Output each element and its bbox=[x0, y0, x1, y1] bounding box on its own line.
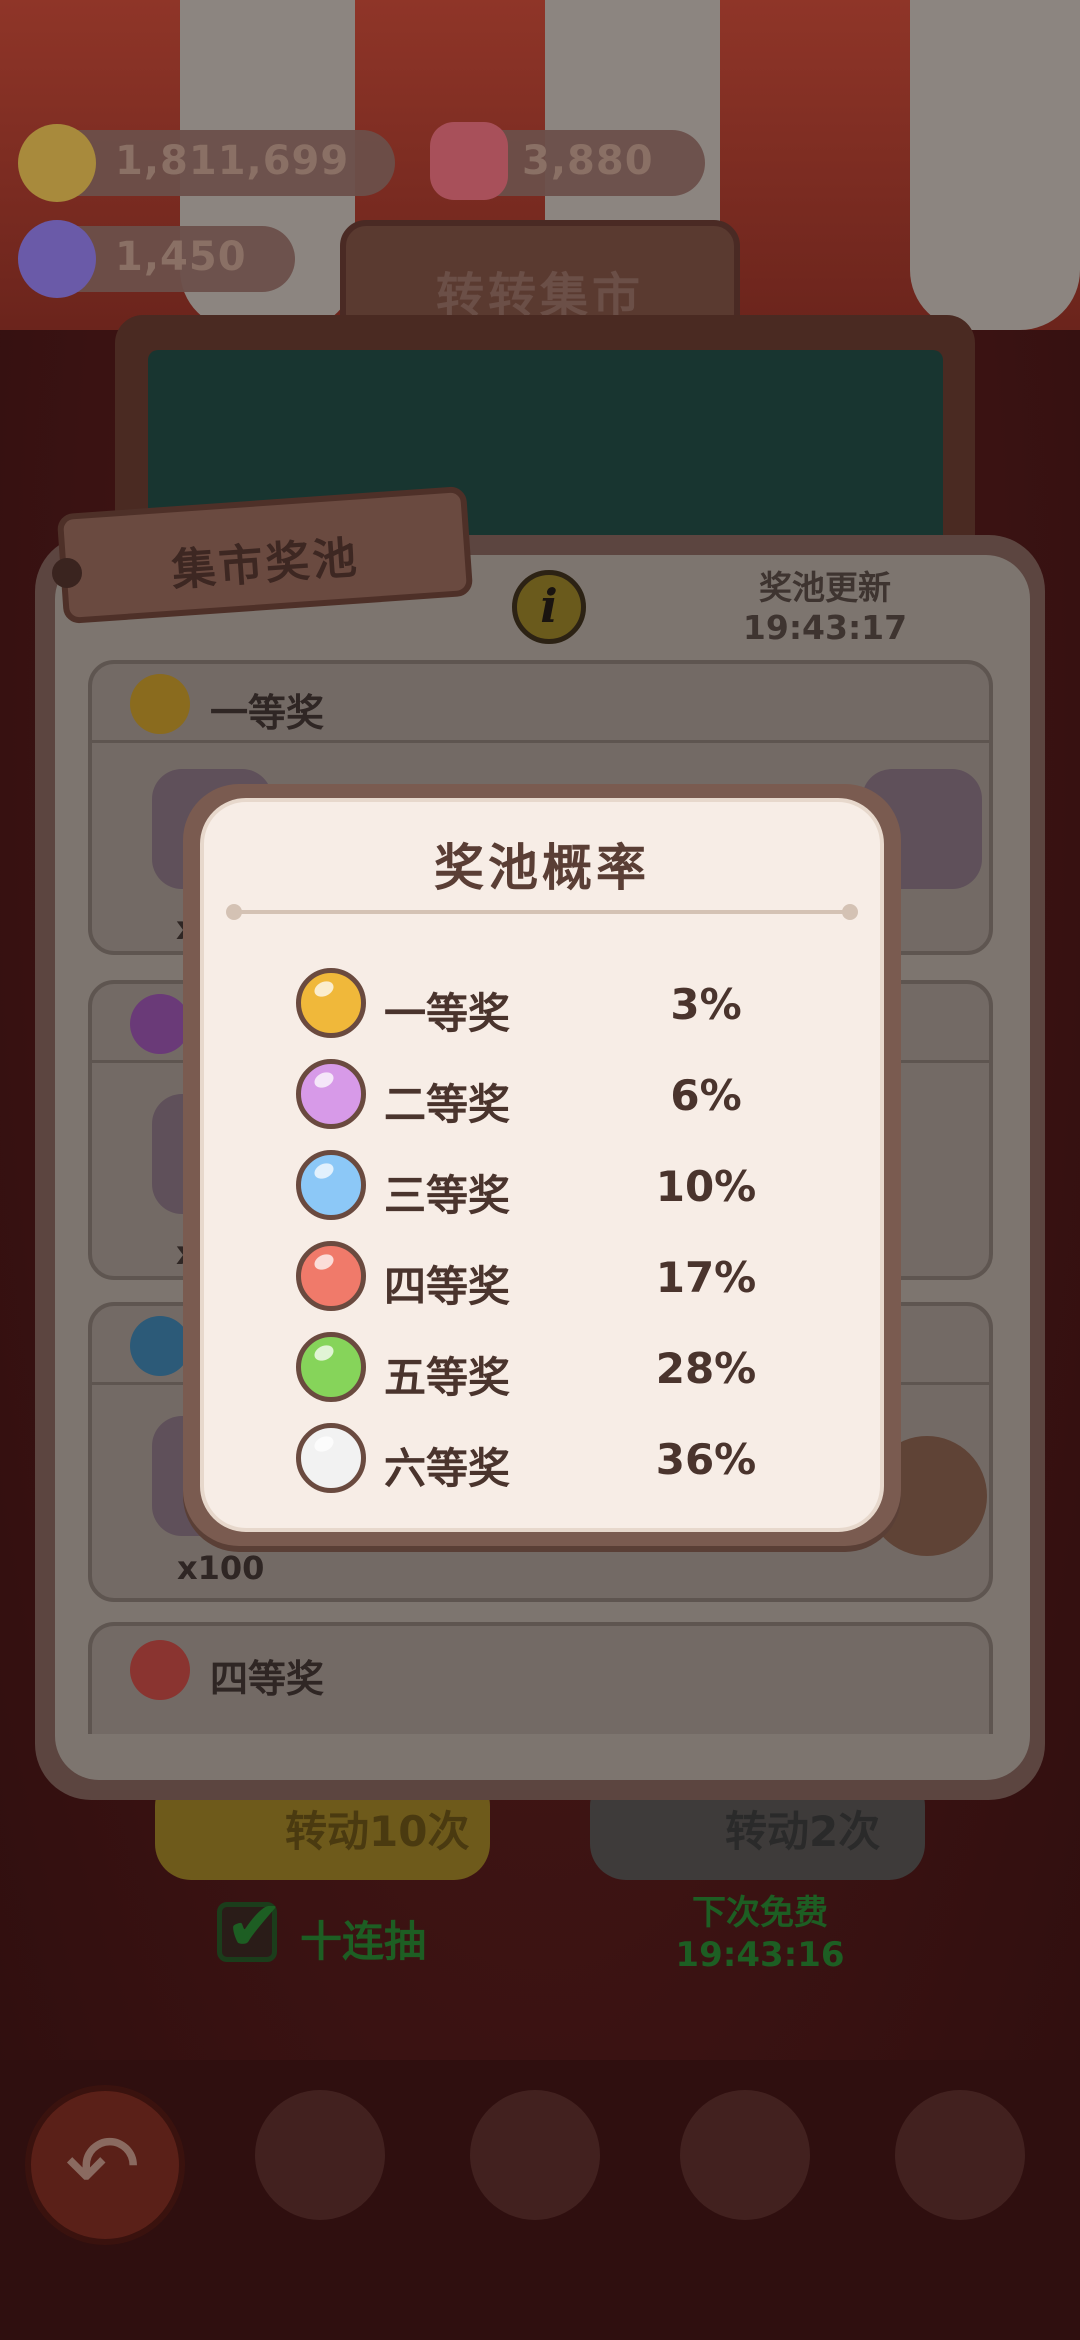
tier-name: 四等奖 bbox=[210, 1657, 325, 1701]
spin-2-label: 转动2次 bbox=[725, 1807, 881, 1856]
probability-row: 五等奖 28% bbox=[296, 1328, 776, 1408]
awning-stripe bbox=[910, 0, 1080, 330]
ticket-icon bbox=[430, 122, 508, 200]
prize-probability: 6% bbox=[670, 1071, 742, 1120]
refresh-time: 19:43:17 bbox=[742, 608, 908, 647]
prize-ball-icon bbox=[130, 994, 190, 1054]
purple-ball-icon bbox=[296, 1059, 366, 1129]
spin-10-label: 转动10次 bbox=[285, 1807, 470, 1856]
prize-tier-name: 二等奖 bbox=[384, 1080, 511, 1129]
prize-tier-name: 四等奖 bbox=[384, 1262, 511, 1311]
next-free-time: 19:43:16 bbox=[675, 1935, 845, 1975]
candy-value: 1,450 bbox=[115, 234, 247, 280]
ticket-value: 3,880 bbox=[522, 138, 654, 184]
prize-tier-name: 五等奖 bbox=[384, 1353, 511, 1402]
title-divider bbox=[232, 910, 852, 914]
tag-string-icon bbox=[52, 558, 82, 588]
gold-ball-icon bbox=[296, 968, 366, 1038]
prize-probability: 28% bbox=[655, 1344, 757, 1393]
tier-name: 一等奖 bbox=[210, 691, 325, 735]
white-ball-icon bbox=[296, 1423, 366, 1493]
prize-ball-icon bbox=[130, 1640, 190, 1700]
next-free-label: 下次免费 bbox=[692, 1893, 828, 1933]
red-ball-icon bbox=[296, 1241, 366, 1311]
coin-icon bbox=[18, 124, 96, 202]
tier-fourth: 四等奖 bbox=[88, 1622, 993, 1734]
check-icon: ✔ bbox=[225, 1885, 284, 1967]
prize-probability: 17% bbox=[655, 1253, 757, 1302]
prize-tier-name: 三等奖 bbox=[384, 1171, 511, 1220]
probability-row: 二等奖 6% bbox=[296, 1055, 776, 1135]
tier-qty: x100 bbox=[177, 1549, 265, 1587]
tier-header: 一等奖 bbox=[92, 664, 989, 743]
prize-probability: 36% bbox=[655, 1435, 757, 1484]
coin-value: 1,811,699 bbox=[115, 138, 350, 184]
divider-dot bbox=[842, 904, 858, 920]
probability-row: 三等奖 10% bbox=[296, 1146, 776, 1226]
prize-probability: 10% bbox=[655, 1162, 757, 1211]
bunny-nav-icon[interactable] bbox=[470, 2090, 600, 2220]
chef-nav-icon[interactable] bbox=[895, 2090, 1025, 2220]
prize-ball-icon bbox=[130, 674, 190, 734]
back-arrow-icon: ↶ bbox=[65, 2115, 141, 2220]
green-ball-icon bbox=[296, 1332, 366, 1402]
next-free-timer: 下次免费 19:43:16 bbox=[660, 1892, 860, 1976]
tier-header: 四等奖 bbox=[92, 1626, 989, 1702]
prize-tier-name: 一等奖 bbox=[384, 989, 511, 1038]
dialog-title: 奖池概率 bbox=[434, 839, 650, 897]
pool-tag-label: 集市奖池 bbox=[170, 532, 362, 597]
prize-ball-icon bbox=[130, 1316, 190, 1376]
refresh-label: 奖池更新 bbox=[759, 568, 891, 607]
divider-dot bbox=[226, 904, 242, 920]
carousel-nav-icon[interactable] bbox=[255, 2090, 385, 2220]
probability-row: 四等奖 17% bbox=[296, 1237, 776, 1317]
ten-pull-label: 十连抽 bbox=[300, 1917, 427, 1966]
pool-refresh: 奖池更新 19:43:17 bbox=[735, 568, 915, 648]
probability-row: 六等奖 36% bbox=[296, 1419, 776, 1499]
candy-icon bbox=[18, 220, 96, 298]
info-icon: i bbox=[540, 579, 558, 633]
blue-ball-icon bbox=[296, 1150, 366, 1220]
house-nav-icon[interactable] bbox=[680, 2090, 810, 2220]
prize-tier-name: 六等奖 bbox=[384, 1444, 511, 1493]
info-button[interactable]: i bbox=[512, 570, 586, 644]
probability-row: 一等奖 3% bbox=[296, 964, 776, 1044]
prize-probability: 3% bbox=[670, 980, 742, 1029]
